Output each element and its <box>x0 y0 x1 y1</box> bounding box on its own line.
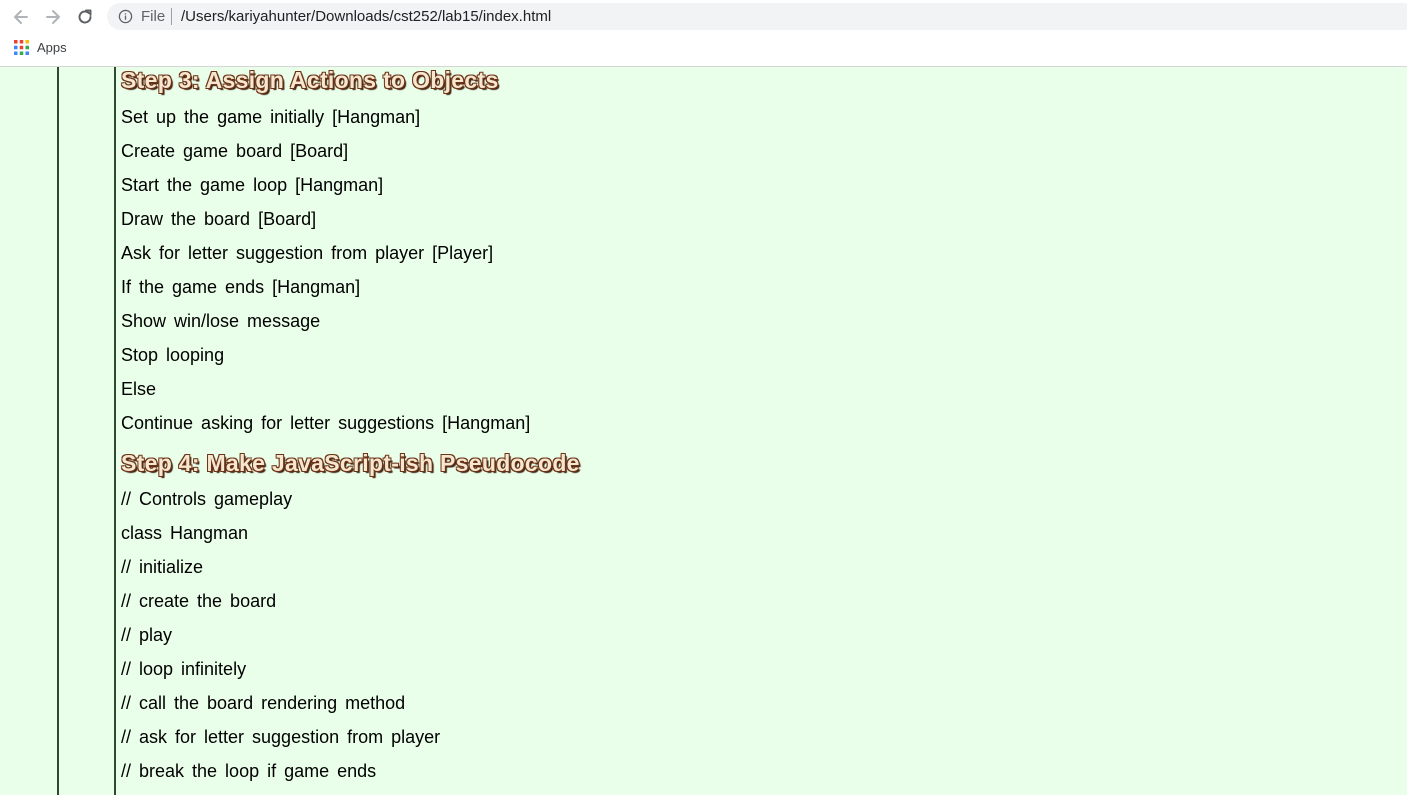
step3-line: Create game board [Board] <box>121 141 349 161</box>
scheme-label: File <box>141 8 166 25</box>
step4-line: // initialize <box>121 557 204 577</box>
browser-chrome: File /Users/kariyahunter/Downloads/cst25… <box>0 0 1407 67</box>
info-icon[interactable] <box>118 9 133 24</box>
address-bar[interactable]: File /Users/kariyahunter/Downloads/cst25… <box>107 3 1407 30</box>
apps-bookmark-label[interactable]: Apps <box>37 40 67 56</box>
step3-line: Else <box>121 379 157 399</box>
reload-icon <box>78 9 92 24</box>
step4-line: // ask for letter suggestion from player <box>121 727 441 747</box>
step4-line: // Controls gameplay <box>121 489 293 509</box>
step4-line: // play <box>121 625 173 645</box>
url-text[interactable]: /Users/kariyahunter/Downloads/cst252/lab… <box>181 8 551 25</box>
step3-line: If the game ends [Hangman] <box>121 277 361 297</box>
reload-button[interactable] <box>72 4 98 30</box>
step3-line: Ask for letter suggestion from player [P… <box>121 243 494 263</box>
step3-line: Set up the game initially [Hangman] <box>121 107 421 127</box>
step3-heading: Step 3: Assign Actions to Objects <box>121 67 499 93</box>
step3-line: Start the game loop [Hangman] <box>121 175 384 195</box>
arrow-right-icon <box>46 10 60 24</box>
step4-line: // call the board rendering method <box>121 693 406 713</box>
step3-line: Show win/lose message <box>121 311 321 331</box>
forward-button[interactable] <box>40 4 66 30</box>
step4-line: // break the loop if game ends <box>121 761 377 781</box>
step4-line: // loop infinitely <box>121 659 247 679</box>
step4-line: // create the board <box>121 591 277 611</box>
bookmarks-bar: Apps <box>0 36 1407 60</box>
back-button[interactable] <box>8 4 34 30</box>
page-viewport[interactable]: Step 3: Assign Actions to Objects Set up… <box>0 67 1407 795</box>
left-border-inner <box>114 67 116 795</box>
step4-heading: Step 4: Make JavaScript-ish Pseudocode <box>121 450 580 476</box>
arrow-left-icon <box>14 10 28 24</box>
step4-line: class Hangman <box>121 523 249 543</box>
apps-grid-icon[interactable] <box>14 40 29 55</box>
left-border-outer <box>57 67 59 795</box>
step3-line: Draw the board [Board] <box>121 209 317 229</box>
address-separator <box>171 8 172 25</box>
step3-line: Stop looping <box>121 345 225 365</box>
step3-line: Continue asking for letter suggestions [… <box>121 413 531 433</box>
